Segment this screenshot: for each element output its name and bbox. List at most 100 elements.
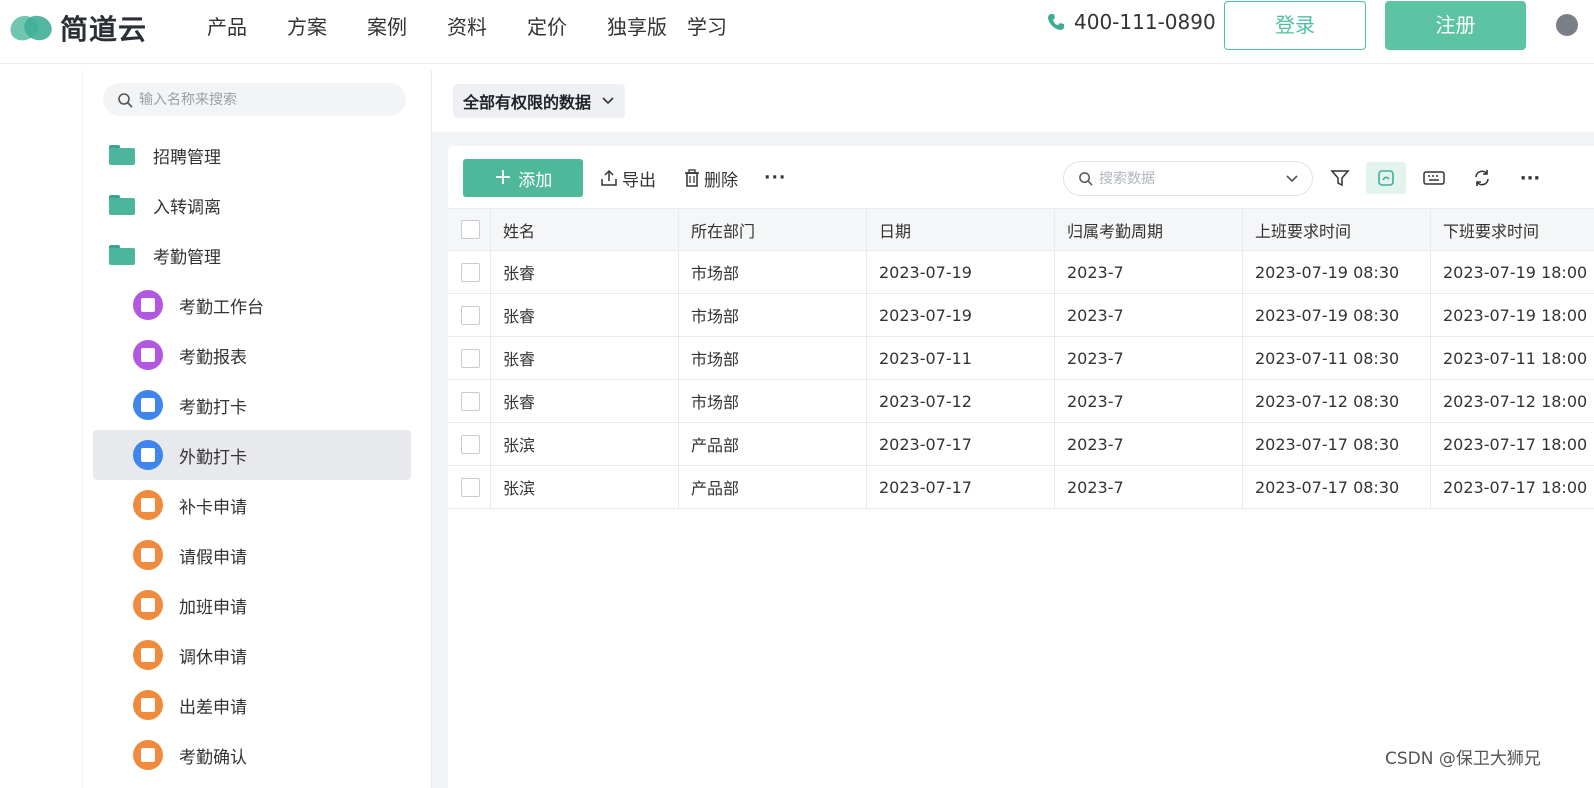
view-toggle-button[interactable] <box>1366 162 1406 194</box>
nav-item-dedicated[interactable]: 独享版 <box>607 12 687 42</box>
form-icon <box>133 390 163 420</box>
keyboard-icon <box>1423 171 1445 185</box>
sidebar-item-clock-in[interactable]: 考勤打卡 <box>93 380 411 430</box>
sidebar-item-attendance-report[interactable]: 考勤报表 <box>93 330 411 380</box>
column-header[interactable]: 上班要求时间 <box>1243 209 1431 250</box>
flow-icon <box>133 540 163 570</box>
table-cell: 产品部 <box>679 423 867 465</box>
sidebar: 招聘管理 入转调离 考勤管理 考勤工作台 考勤报表 考勤打卡 外勤打卡 补卡申请… <box>82 70 432 788</box>
more-actions-button[interactable]: ··· <box>764 167 786 189</box>
search-icon <box>1079 172 1093 186</box>
sidebar-item-attendance-workbench[interactable]: 考勤工作台 <box>93 280 411 330</box>
chevron-down-icon[interactable] <box>1284 171 1300 187</box>
chart-icon <box>133 290 163 320</box>
row-checkbox[interactable] <box>461 262 480 282</box>
row-checkbox[interactable] <box>461 434 480 454</box>
column-header[interactable]: 所在部门 <box>679 209 867 250</box>
table-row[interactable]: 张睿 市场部 2023-07-12 2023-7 2023-07-12 08:3… <box>448 380 1594 423</box>
row-select-cell <box>448 423 491 465</box>
nav-item-cases[interactable]: 案例 <box>367 12 447 42</box>
sidebar-item-label: 考勤报表 <box>179 347 247 368</box>
table-cell: 市场部 <box>679 251 867 293</box>
brand-logo[interactable]: 简道云 <box>6 8 147 48</box>
table-cell: 产品部 <box>679 466 867 508</box>
table-cell: 2023-7 <box>1055 294 1243 336</box>
column-header[interactable]: 归属考勤周期 <box>1055 209 1243 250</box>
sidebar-item-leave-request[interactable]: 请假申请 <box>93 530 411 580</box>
sidebar-item-makeup-request[interactable]: 补卡申请 <box>93 480 411 530</box>
data-search[interactable] <box>1063 161 1313 196</box>
table-cell: 2023-07-19 08:30 <box>1243 294 1431 336</box>
delete-button[interactable]: 删除 <box>684 167 738 191</box>
nav-item-pricing[interactable]: 定价 <box>527 12 607 42</box>
folder-open-icon <box>109 245 135 265</box>
watermark: CSDN @保卫大狮兄 <box>1385 749 1541 769</box>
row-checkbox[interactable] <box>461 477 480 497</box>
sidebar-item-label: 调休申请 <box>179 647 247 668</box>
flow-icon <box>133 590 163 620</box>
column-header[interactable]: 日期 <box>867 209 1055 250</box>
phone-number: 400-111-0890 <box>1074 10 1216 34</box>
table-cell: 2023-07-12 <box>867 380 1055 422</box>
table-cell: 2023-07-12 18:00 <box>1443 391 1588 411</box>
table-row[interactable]: 张滨 产品部 2023-07-17 2023-7 2023-07-17 08:3… <box>448 423 1594 466</box>
table-cell: 2023-07-17 <box>867 466 1055 508</box>
sidebar-search[interactable] <box>103 83 406 116</box>
add-button[interactable]: + 添加 <box>463 159 583 197</box>
nav-item-products[interactable]: 产品 <box>207 12 287 42</box>
row-checkbox[interactable] <box>461 305 480 325</box>
delete-label: 删除 <box>704 170 738 191</box>
add-button-label: 添加 <box>518 170 553 191</box>
keyboard-button[interactable] <box>1414 162 1454 194</box>
data-scope-dropdown[interactable]: 全部有权限的数据 <box>453 84 626 118</box>
sidebar-item-label: 补卡申请 <box>179 497 247 518</box>
table-cell: 张睿 <box>491 251 679 293</box>
refresh-button[interactable] <box>1462 162 1502 194</box>
row-select-cell <box>448 380 491 422</box>
sidebar-item-field-clock-in[interactable]: 外勤打卡 <box>93 430 411 480</box>
table-row[interactable]: 张睿 市场部 2023-07-11 2023-7 2023-07-11 08:3… <box>448 337 1594 380</box>
sidebar-item-label: 加班申请 <box>179 597 247 618</box>
globe-icon[interactable] <box>1556 14 1578 36</box>
export-label: 导出 <box>622 170 656 191</box>
table-row[interactable]: 张睿 市场部 2023-07-19 2023-7 2023-07-19 08:3… <box>448 251 1594 294</box>
main-content: 全部有权限的数据 + 添加 导出 删除 ··· 搜索数据 ··· 姓名 所在部门… <box>432 70 1594 788</box>
column-header[interactable]: 姓名 <box>491 209 679 250</box>
sidebar-item-travel-request[interactable]: 出差申请 <box>93 680 411 730</box>
table-cell: 2023-7 <box>1055 337 1243 379</box>
table-cell: 张睿 <box>491 380 679 422</box>
column-header[interactable]: 下班要求时间 <box>1431 209 1594 250</box>
table-cell: 市场部 <box>679 294 867 336</box>
folder-attendance[interactable]: 考勤管理 <box>109 240 221 270</box>
more-options-button[interactable]: ··· <box>1510 162 1550 194</box>
sidebar-item-overtime-request[interactable]: 加班申请 <box>93 580 411 630</box>
sidebar-item-label: 考勤确认 <box>179 747 247 768</box>
select-all-checkbox[interactable] <box>461 220 480 239</box>
table-cell: 2023-07-19 18:00 <box>1443 305 1588 325</box>
nav-item-resources[interactable]: 资料 <box>447 12 527 42</box>
folder-recruiting[interactable]: 招聘管理 <box>109 140 221 170</box>
table-row[interactable]: 张滨 产品部 2023-07-17 2023-7 2023-07-17 08:3… <box>448 466 1594 509</box>
sidebar-search-input[interactable] <box>139 91 379 108</box>
folder-transfers[interactable]: 入转调离 <box>109 190 221 220</box>
filter-button[interactable] <box>1320 162 1360 194</box>
table-cell: 2023-07-12 08:30 <box>1243 380 1431 422</box>
sidebar-item-attendance-confirm[interactable]: 考勤确认 <box>93 730 411 780</box>
nav-item-learn[interactable]: 学习 <box>687 12 767 42</box>
refresh-icon <box>1475 170 1489 186</box>
phone-contact[interactable]: 400-111-0890 <box>1046 10 1216 34</box>
register-button[interactable]: 注册 <box>1385 1 1526 50</box>
table-cell: 2023-07-17 18:00 <box>1443 434 1588 454</box>
table-row[interactable]: 张睿 市场部 2023-07-19 2023-7 2023-07-19 08:3… <box>448 294 1594 337</box>
sidebar-item-timeoff-request[interactable]: 调休申请 <box>93 630 411 680</box>
table-cell: 2023-07-11 18:00 <box>1443 348 1588 368</box>
nav-item-solutions[interactable]: 方案 <box>287 12 367 42</box>
login-button[interactable]: 登录 <box>1224 1 1366 50</box>
data-search-input[interactable] <box>1099 170 1269 187</box>
table-cell: 2023-07-17 18:00 <box>1443 477 1588 497</box>
row-checkbox[interactable] <box>461 348 480 368</box>
export-button[interactable]: 导出 <box>600 167 656 191</box>
table-cell: 2023-7 <box>1055 423 1243 465</box>
row-checkbox[interactable] <box>461 391 480 411</box>
data-scope-label: 全部有权限的数据 <box>463 93 592 112</box>
